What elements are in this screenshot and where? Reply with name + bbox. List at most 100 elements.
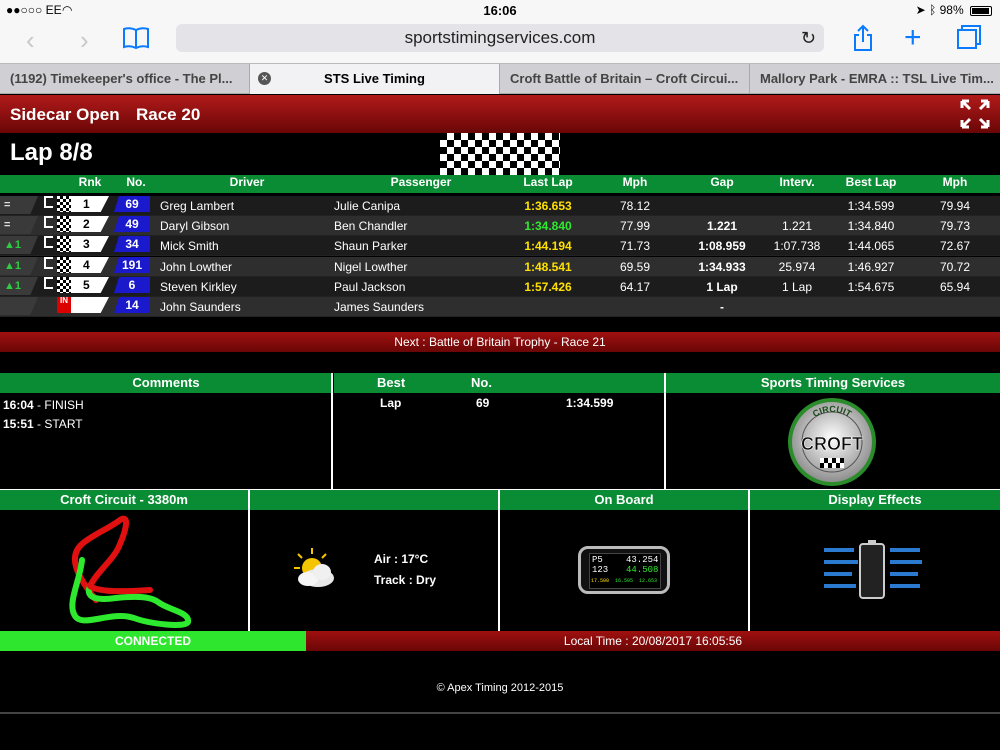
table-header: Rnk No. Driver Passenger Last Lap Mph Ga… — [0, 175, 1000, 193]
table-row[interactable]: = 2 49 Daryl Gibson Ben Chandler 1:34.840 77.9… — [0, 216, 1000, 236]
rank-badge: 3 — [57, 236, 109, 252]
table-row[interactable]: = 1 69 Greg Lambert Julie Canipa 1:36.653 78.1… — [0, 196, 1000, 216]
tabs-icon[interactable] — [956, 24, 982, 55]
onboard-icon[interactable]: P5 43.254 123 44.508 17.500 16.505 12.65… — [578, 546, 670, 594]
connection-status: CONNECTED — [0, 631, 306, 651]
rank-badge: 1 — [57, 196, 109, 212]
driver-name: Mick Smith — [160, 239, 219, 253]
comment-item: 16:04 - FINISH — [3, 398, 84, 412]
comments-title: Comments — [0, 373, 332, 393]
race-number: 14 — [114, 297, 150, 313]
onboard-title: On Board — [500, 490, 748, 510]
tab-sts-live-timing[interactable]: ✕ STS Live Timing — [250, 64, 500, 94]
best-number: 69 — [476, 396, 490, 410]
tab-label: STS Live Timing — [324, 71, 425, 86]
tab-timekeeper[interactable]: (1192) Timekeeper's office - The Pl... — [0, 64, 250, 94]
trend-indicator: ▲1 — [0, 236, 38, 254]
share-icon[interactable] — [852, 24, 874, 57]
address-bar[interactable]: sportstimingservices.com ↻ — [176, 24, 824, 52]
chequered-flag-icon — [440, 133, 560, 175]
best-title: Best — [377, 375, 406, 390]
trend-indicator: ▲1 — [0, 277, 38, 295]
best-time: 1:34.599 — [566, 396, 614, 410]
last-lap: 1:36.653 — [524, 199, 572, 213]
col-driver: Driver — [229, 175, 265, 189]
rank-badge: IN — [57, 297, 109, 313]
table-row[interactable]: ▲1 5 6 Steven Kirkley Paul Jackson 1:57.426 64… — [0, 277, 1000, 297]
mph: 78.12 — [619, 199, 651, 213]
best-lap: 1:34.840 — [847, 219, 895, 233]
best-no-label: No. — [471, 375, 492, 390]
screen: ●●○○○ EE ◠ 16:06 ➤ ᛒ 98% ‹ › sportstimin… — [0, 0, 1000, 750]
best-lap: 1:34.599 — [847, 199, 895, 213]
best-header: Best No. — [334, 373, 664, 393]
passenger-name: Nigel Lowther — [334, 260, 408, 274]
gap: 1 Lap — [706, 280, 738, 294]
clock: 16:06 — [483, 3, 517, 18]
divider — [331, 373, 333, 489]
passenger-name: Ben Chandler — [334, 219, 408, 233]
trend-indicator: ▲1 — [0, 257, 38, 275]
driver-name: John Saunders — [160, 300, 241, 314]
table-row[interactable]: IN 14 John Saunders James Saunders - — [0, 297, 1000, 317]
best-lap: 1:54.675 — [847, 280, 895, 294]
last-lap: 1:34.840 — [524, 219, 572, 233]
forward-icon[interactable]: › — [80, 26, 89, 54]
last-lap: 1:57.426 — [524, 280, 572, 294]
transponder-icon — [44, 196, 53, 208]
col-interv: Interv. — [779, 175, 815, 189]
trend-indicator — [0, 297, 38, 315]
trend-indicator: = — [0, 196, 38, 214]
status-bar: ●●○○○ EE ◠ 16:06 ➤ ᛒ 98% — [0, 0, 1000, 20]
divider — [248, 490, 250, 631]
location-icon: ➤ — [915, 3, 926, 17]
effects-title: Display Effects — [750, 490, 1000, 510]
gap: 1:34.933 — [698, 260, 746, 274]
browser-toolbar: ‹ › sportstimingservices.com ↻ + — [0, 20, 1000, 63]
mph: 64.17 — [619, 280, 651, 294]
race-number: 69 — [114, 196, 150, 212]
race-number: 34 — [114, 236, 150, 252]
driver-name: Daryl Gibson — [160, 219, 230, 233]
col-best-lap: Best Lap — [845, 175, 897, 189]
url-text: sportstimingservices.com — [404, 28, 596, 47]
gap: - — [720, 300, 724, 314]
reload-icon[interactable]: ↻ — [801, 24, 816, 52]
mph: 77.99 — [619, 219, 651, 233]
close-tab-icon[interactable]: ✕ — [258, 72, 271, 85]
transponder-icon — [44, 236, 53, 248]
tab-bar: (1192) Timekeeper's office - The Pl... ✕… — [0, 63, 1000, 94]
display-effects-icon[interactable] — [822, 540, 924, 600]
bookmarks-icon[interactable] — [122, 26, 150, 56]
footer-copyright: © Apex Timing 2012-2015 — [436, 682, 564, 694]
back-icon[interactable]: ‹ — [26, 26, 35, 54]
driver-name: Greg Lambert — [160, 199, 235, 213]
col-last-lap: Last Lap — [523, 175, 573, 189]
bluetooth-icon: ᛒ — [929, 3, 937, 17]
next-session: Next : Battle of Britain Trophy - Race 2… — [0, 332, 1000, 352]
svg-text:CROFT: CROFT — [801, 434, 863, 454]
best-kind: Lap — [380, 396, 402, 410]
tab-mallory[interactable]: Mallory Park - EMRA :: TSL Live Tim... — [750, 64, 1000, 94]
driver-name: Steven Kirkley — [160, 280, 237, 294]
chequered-icon — [57, 216, 71, 232]
col-mph: Mph — [622, 175, 648, 189]
tab-croft[interactable]: Croft Battle of Britain – Croft Circui..… — [500, 64, 750, 94]
race-number: 6 — [114, 277, 150, 293]
last-lap: 1:44.194 — [524, 239, 572, 253]
air-temp: Air : 17°C — [374, 552, 429, 566]
best-mph: 79.94 — [939, 199, 971, 213]
divider — [748, 490, 750, 631]
col-passenger: Passenger — [390, 175, 452, 189]
rank-badge: 5 — [57, 277, 109, 293]
best-mph: 70.72 — [939, 260, 971, 274]
track-condition: Track : Dry — [374, 573, 437, 587]
new-tab-icon[interactable]: + — [904, 23, 922, 53]
divider — [498, 490, 500, 631]
fullscreen-icon[interactable] — [960, 99, 990, 129]
chequered-icon — [57, 277, 71, 293]
table-row[interactable]: ▲1 4 191 John Lowther Nigel Lowther 1:48.541 6… — [0, 257, 1000, 277]
interval: 1:07.738 — [773, 239, 821, 253]
table-row[interactable]: ▲1 3 34 Mick Smith Shaun Parker 1:44.194 71.73… — [0, 236, 1000, 256]
comment-item: 15:51 - START — [3, 417, 83, 431]
